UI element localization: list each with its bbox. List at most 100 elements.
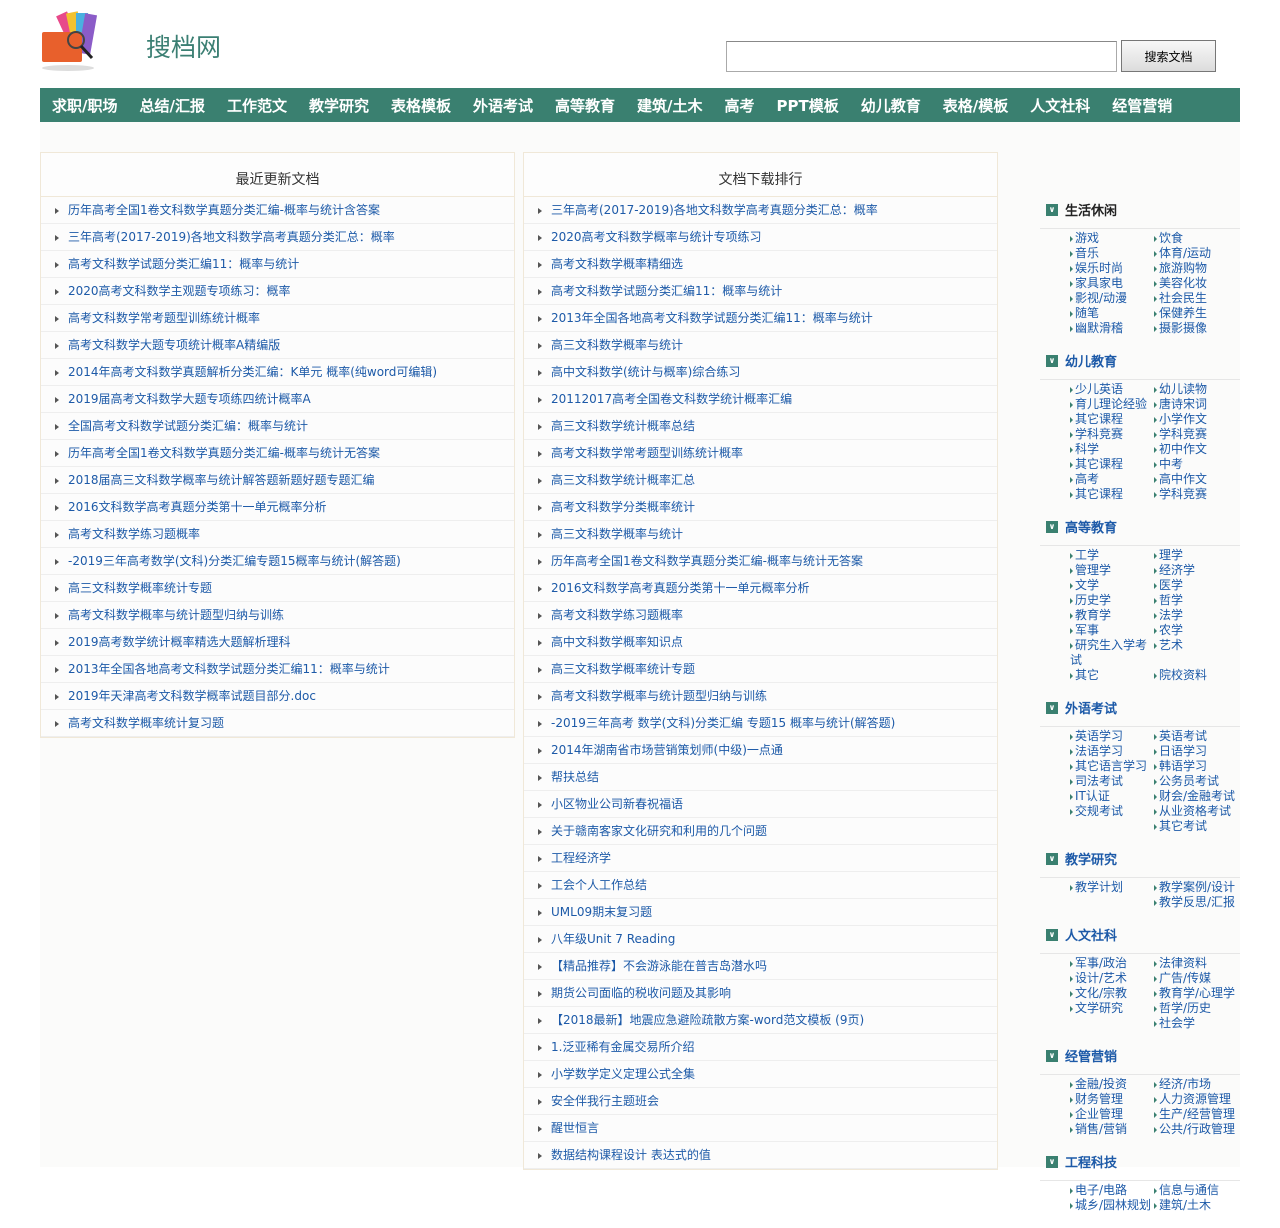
category-link[interactable]: 随笔	[1070, 306, 1154, 321]
category-link[interactable]: 唐诗宋词	[1154, 397, 1240, 412]
category-link[interactable]: 体育/运动	[1154, 246, 1240, 261]
category-link[interactable]: 企业管理	[1070, 1107, 1154, 1122]
collapse-icon[interactable]: ∨	[1046, 355, 1058, 367]
category-link[interactable]: 法语学习	[1070, 744, 1154, 759]
category-link[interactable]: 法学	[1154, 608, 1240, 623]
site-logo[interactable]	[40, 10, 112, 72]
category-link[interactable]: 娱乐时尚	[1070, 261, 1154, 276]
section-heading[interactable]: ∨ 人文社科	[1040, 925, 1240, 954]
category-link[interactable]: 游戏	[1070, 231, 1154, 246]
nav-item[interactable]: 人文社科	[1030, 88, 1090, 122]
doc-link[interactable]: 高三文科数学概率与统计	[551, 527, 683, 541]
category-link[interactable]: 其它课程	[1070, 412, 1154, 427]
doc-link[interactable]: 2019届高考文科数学大题专项练四统计概率A	[68, 392, 311, 406]
doc-link[interactable]: 高考文科数学概率与统计题型归纳与训练	[551, 689, 767, 703]
category-link[interactable]: 农学	[1154, 623, 1240, 638]
doc-link[interactable]: 工程经济学	[551, 851, 611, 865]
category-link[interactable]: 广告/传媒	[1154, 971, 1240, 986]
category-link[interactable]: 信息与通信	[1154, 1183, 1240, 1198]
doc-link[interactable]: 2014年湖南省市场营销策划师(中级)一点通	[551, 743, 783, 757]
doc-link[interactable]: 高中文科数学(统计与概率)综合练习	[551, 365, 740, 379]
category-link[interactable]: 其它考试	[1154, 819, 1240, 834]
category-link[interactable]: 医学	[1154, 578, 1240, 593]
doc-link[interactable]: 高中文科数学概率知识点	[551, 635, 683, 649]
category-link[interactable]: 英语考试	[1154, 729, 1240, 744]
doc-link[interactable]: 2018届高三文科数学概率与统计解答题新题好题专题汇编	[68, 473, 375, 487]
category-link[interactable]: 社会民生	[1154, 291, 1240, 306]
doc-link[interactable]: 2020高考文科数学主观题专项练习：概率	[68, 284, 291, 298]
category-link[interactable]: 公共/行政管理	[1154, 1122, 1240, 1137]
doc-link[interactable]: 2013年全国各地高考文科数学试题分类汇编11：概率与统计	[551, 311, 873, 325]
doc-link[interactable]: 高考文科数学试题分类汇编11：概率与统计	[551, 284, 782, 298]
category-link[interactable]: 幽默滑稽	[1070, 321, 1154, 336]
nav-item[interactable]: 总结/汇报	[139, 88, 204, 122]
category-link[interactable]: 公务员考试	[1154, 774, 1240, 789]
collapse-icon[interactable]: ∨	[1046, 702, 1058, 714]
collapse-icon[interactable]: ∨	[1046, 521, 1058, 533]
nav-item[interactable]: PPT模板	[777, 88, 839, 122]
category-link[interactable]: IT认证	[1070, 789, 1154, 804]
collapse-icon[interactable]: ∨	[1046, 1050, 1058, 1062]
nav-item[interactable]: 高考	[725, 88, 755, 122]
doc-link[interactable]: 小学数学定义定理公式全集	[551, 1067, 695, 1081]
category-link[interactable]: 教育学	[1070, 608, 1154, 623]
doc-link[interactable]: 关于赣南客家文化研究和利用的几个问题	[551, 824, 767, 838]
doc-link[interactable]: 2019高考数学统计概率精选大题解析理科	[68, 635, 291, 649]
category-link[interactable]: 饮食	[1154, 231, 1240, 246]
category-link[interactable]: 文学研究	[1070, 1001, 1154, 1016]
doc-link[interactable]: 全国高考文科数学试题分类汇编：概率与统计	[68, 419, 308, 433]
category-link[interactable]: 工学	[1070, 548, 1154, 563]
doc-link[interactable]: 醒世恒言	[551, 1121, 599, 1135]
doc-link[interactable]: 高考文科数学试题分类汇编11：概率与统计	[68, 257, 299, 271]
doc-link[interactable]: UML09期末复习题	[551, 905, 652, 919]
doc-link[interactable]: 帮扶总结	[551, 770, 599, 784]
nav-item[interactable]: 高等教育	[555, 88, 615, 122]
category-link[interactable]: 初中作文	[1154, 442, 1240, 457]
section-heading[interactable]: ∨ 教学研究	[1040, 849, 1240, 878]
category-link[interactable]: 学科竞赛	[1154, 427, 1240, 442]
category-link[interactable]: 研究生入学考试	[1070, 638, 1154, 668]
doc-link[interactable]: 高考文科数学练习题概率	[68, 527, 200, 541]
category-link[interactable]: 学科竞赛	[1070, 427, 1154, 442]
category-link[interactable]: 保健养生	[1154, 306, 1240, 321]
category-link[interactable]: 文学	[1070, 578, 1154, 593]
doc-link[interactable]: 安全伴我行主题班会	[551, 1094, 659, 1108]
category-link[interactable]: 设计/艺术	[1070, 971, 1154, 986]
section-heading[interactable]: ∨ 外语考试	[1040, 698, 1240, 727]
nav-item[interactable]: 求职/职场	[52, 88, 117, 122]
collapse-icon[interactable]: ∨	[1046, 929, 1058, 941]
doc-link[interactable]: 高考文科数学概率与统计题型归纳与训练	[68, 608, 284, 622]
doc-link[interactable]: 2016文科数学高考真题分类第十一单元概率分析	[68, 500, 327, 514]
category-link[interactable]: 摄影摄像	[1154, 321, 1240, 336]
doc-link[interactable]: 高三文科数学统计概率总结	[551, 419, 695, 433]
category-link[interactable]: 科学	[1070, 442, 1154, 457]
nav-item[interactable]: 经管营销	[1112, 88, 1172, 122]
category-link[interactable]: 幼儿读物	[1154, 382, 1240, 397]
category-link[interactable]: 销售/营销	[1070, 1122, 1154, 1137]
section-heading[interactable]: ∨ 幼儿教育	[1040, 351, 1240, 380]
category-link[interactable]: 少儿英语	[1070, 382, 1154, 397]
category-link[interactable]: 城乡/园林规划	[1070, 1198, 1154, 1213]
category-link[interactable]: 院校资料	[1154, 668, 1240, 683]
doc-link[interactable]: -2019三年高考数学(文科)分类汇编专题15概率与统计(解答题)	[68, 554, 401, 568]
category-link[interactable]: 管理学	[1070, 563, 1154, 578]
nav-item[interactable]: 表格模板	[391, 88, 451, 122]
doc-link[interactable]: 1.泛亚稀有金属交易所介绍	[551, 1040, 694, 1054]
category-link[interactable]: 艺术	[1154, 638, 1240, 668]
doc-link[interactable]: 高考文科数学分类概率统计	[551, 500, 695, 514]
category-link[interactable]: 中考	[1154, 457, 1240, 472]
category-link[interactable]: 社会学	[1154, 1016, 1240, 1031]
category-link[interactable]: 交规考试	[1070, 804, 1154, 819]
nav-item[interactable]: 表格/模板	[943, 88, 1008, 122]
nav-item[interactable]: 工作范文	[227, 88, 287, 122]
category-link[interactable]: 小学作文	[1154, 412, 1240, 427]
category-link[interactable]: 历史学	[1070, 593, 1154, 608]
category-link[interactable]: 其它课程	[1070, 487, 1154, 502]
category-link[interactable]: 教育学/心理学	[1154, 986, 1240, 1001]
category-link[interactable]: 从业资格考试	[1154, 804, 1240, 819]
search-button[interactable]: 搜索文档	[1121, 40, 1216, 72]
doc-link[interactable]: 三年高考(2017-2019)各地文科数学高考真题分类汇总：概率	[551, 203, 878, 217]
nav-item[interactable]: 外语考试	[473, 88, 533, 122]
category-link[interactable]: 影视/动漫	[1070, 291, 1154, 306]
category-link[interactable]: 音乐	[1070, 246, 1154, 261]
